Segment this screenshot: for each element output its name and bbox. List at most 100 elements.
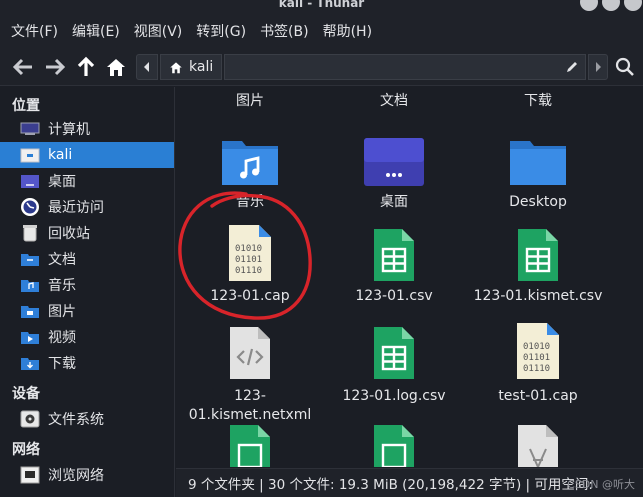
sidebar-item-desktop[interactable]: 桌面 <box>0 168 174 194</box>
folder-music-icon <box>21 280 39 292</box>
home-icon <box>170 61 182 73</box>
spreadsheet-icon <box>374 229 414 281</box>
chevron-left-icon <box>144 62 149 72</box>
file-item-folder[interactable]: 下载 <box>468 92 608 111</box>
sidebar-item-label: 最近访问 <box>48 200 104 216</box>
sidebar-item-browse-network[interactable]: 浏览网络 <box>0 462 174 488</box>
file-item-folder[interactable]: Desktop <box>468 131 608 212</box>
watermark: CSDN @听大 <box>567 478 635 491</box>
file-item-csv[interactable]: 123-01.csv <box>324 221 464 306</box>
file-label: 图片 <box>236 93 264 109</box>
folder-music-icon <box>222 141 278 185</box>
file-item-text[interactable] <box>468 425 608 467</box>
arrow-left-icon <box>12 58 32 76</box>
file-item-cap[interactable]: 01010 01101 01110 123-01.cap <box>180 221 320 306</box>
file-label: 123-01.cap <box>210 288 290 304</box>
sidebar-item-label: 文档 <box>48 252 76 268</box>
path-scroll-left-button[interactable] <box>136 54 158 80</box>
folder-icon <box>510 141 566 185</box>
file-item-csv[interactable]: 123-01.log.csv <box>324 321 464 406</box>
code-file-icon <box>230 327 270 379</box>
sidebar-item-kali[interactable]: kali <box>0 142 174 168</box>
path-scroll-right-button[interactable] <box>588 54 608 80</box>
sidebar-item-label: 视频 <box>48 330 76 346</box>
path-button-label: kali <box>189 59 214 75</box>
menu-help[interactable]: 帮助(H) <box>323 21 372 41</box>
pencil-icon[interactable] <box>565 60 579 74</box>
menu-edit[interactable]: 编辑(E) <box>72 21 120 41</box>
title-bar: kali - Thunar <box>0 0 643 14</box>
spreadsheet-icon <box>374 327 414 379</box>
text-file-icon <box>518 425 558 467</box>
file-label: 123-01.kismet.netxml <box>188 388 312 423</box>
sidebar-item-label: 桌面 <box>48 174 76 190</box>
file-label: 桌面 <box>380 194 408 210</box>
file-item-netxml[interactable]: 123-01.kismet.netxml <box>180 321 320 425</box>
desktop-icon <box>21 175 39 188</box>
trash-icon <box>23 225 37 242</box>
desktop-icon <box>364 138 424 186</box>
sidebar-section-network: 网络 <box>12 442 40 458</box>
folder-documents-icon <box>21 254 39 266</box>
sidebar-item-label: 浏览网络 <box>48 468 104 484</box>
file-item-folder[interactable]: 音乐 <box>180 131 320 212</box>
sidebar-item-label: 音乐 <box>48 278 76 294</box>
svg-text:01110: 01110 <box>523 364 550 374</box>
home-icon <box>107 59 125 76</box>
file-label: test-01.cap <box>498 388 578 404</box>
clock-icon <box>21 198 39 216</box>
file-item-folder[interactable]: 桌面 <box>324 131 464 212</box>
up-button[interactable] <box>73 54 99 80</box>
computer-icon <box>20 122 40 135</box>
status-text: 9 个文件夹 | 30 个文件: 19.3 MiB (20,198,422 字节… <box>188 477 593 493</box>
file-item-folder[interactable]: 图片 <box>180 92 320 111</box>
sidebar-item-pictures[interactable]: 图片 <box>0 298 174 324</box>
sidebar-item-documents[interactable]: 文档 <box>0 246 174 272</box>
menu-go[interactable]: 转到(G) <box>196 21 246 41</box>
menu-bookmarks[interactable]: 书签(B) <box>260 21 309 41</box>
file-item-csv[interactable]: 123-01.kismet.csv <box>468 221 608 306</box>
file-label: 文档 <box>380 93 408 109</box>
file-label: Desktop <box>509 194 567 210</box>
menu-file[interactable]: 文件(F) <box>11 21 58 41</box>
folder-pictures-icon <box>21 306 39 318</box>
arrow-up-icon <box>77 56 95 76</box>
file-label: 123-01.log.csv <box>342 388 446 404</box>
drive-icon <box>20 410 40 428</box>
sidebar-section-places: 位置 <box>12 98 40 114</box>
file-label: 音乐 <box>236 194 264 210</box>
location-entry[interactable] <box>224 54 586 80</box>
back-button[interactable] <box>10 54 36 80</box>
search-button[interactable] <box>612 54 638 80</box>
search-icon <box>615 57 634 76</box>
file-item-cap[interactable]: 01010 01101 01110 test-01.cap <box>468 319 608 406</box>
sidebar-item-trash[interactable]: 回收站 <box>0 220 174 246</box>
file-item-folder[interactable]: 文档 <box>324 92 464 111</box>
path-button-kali[interactable]: kali <box>160 54 222 80</box>
sidebar-item-videos[interactable]: 视频 <box>0 324 174 350</box>
arrow-right-icon <box>46 58 66 76</box>
sidebar-item-label: 下载 <box>48 356 76 372</box>
sidebar: 位置 计算机 kali 桌面 最近访问 回收站 文档 音乐 图片 视频 下载 设… <box>0 87 175 497</box>
home-button[interactable] <box>103 54 129 80</box>
sidebar-item-music[interactable]: 音乐 <box>0 272 174 298</box>
spreadsheet-icon <box>374 425 414 467</box>
file-item-csv[interactable] <box>180 425 320 467</box>
sidebar-item-filesystem[interactable]: 文件系统 <box>0 406 174 432</box>
sidebar-item-label: kali <box>48 147 73 163</box>
file-item-csv[interactable] <box>324 425 464 467</box>
sidebar-item-downloads[interactable]: 下载 <box>0 350 174 376</box>
sidebar-item-label: 文件系统 <box>48 412 104 428</box>
home-folder-icon <box>20 148 40 163</box>
svg-text:01010: 01010 <box>235 244 262 254</box>
svg-text:01101: 01101 <box>523 353 550 363</box>
file-view: 图片 文档 下载 音乐 桌面 Desktop 01010 01101 01110 1… <box>176 87 643 467</box>
svg-text:01010: 01010 <box>523 342 550 352</box>
forward-button[interactable] <box>42 54 68 80</box>
svg-text:01110: 01110 <box>235 266 262 276</box>
menu-view[interactable]: 视图(V) <box>134 21 183 41</box>
sidebar-item-recent[interactable]: 最近访问 <box>0 194 174 220</box>
file-label: 下载 <box>524 93 552 109</box>
sidebar-item-computer[interactable]: 计算机 <box>0 116 174 142</box>
spreadsheet-icon <box>230 425 270 467</box>
